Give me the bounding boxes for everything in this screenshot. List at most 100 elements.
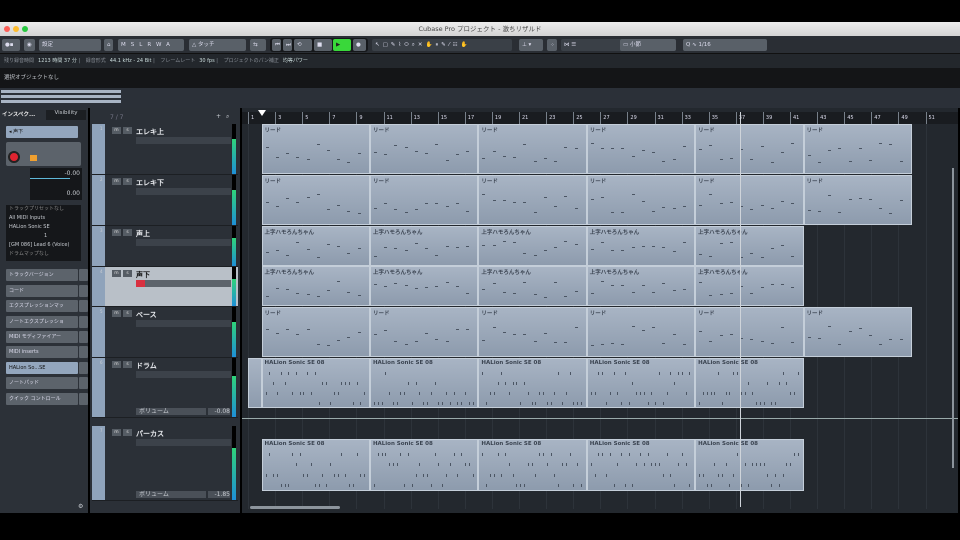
midi-part[interactable]: リード [261,307,370,357]
left-locator-icon[interactable] [257,110,266,116]
track-name[interactable]: ドラム [136,361,157,371]
track-name[interactable]: パーカス [136,429,164,439]
quantize-dropdown[interactable]: Q ∿ 1/16 [683,39,767,51]
midi-part[interactable]: HALion Sonic SE 08 [586,358,696,408]
section-note-expression[interactable]: ノートエクスプレッショ [6,316,88,328]
midi-part[interactable]: リード [261,124,370,174]
midi-part[interactable]: リード [695,307,804,357]
track-name[interactable]: ベース [136,310,157,320]
tab-visibility[interactable]: Visibility [46,110,86,120]
constrain-delay-icon[interactable]: ◉ [24,39,35,51]
midi-part[interactable]: HALion Sonic SE 08 [586,439,696,491]
track-controls[interactable] [136,320,231,327]
minimize-window-button[interactable] [13,26,19,32]
go-to-end-button[interactable]: ⏭ [283,39,292,51]
solo-button[interactable]: S [131,42,140,48]
midi-output[interactable]: HALion Sonic SE [9,223,81,232]
midi-part[interactable]: HALion Sonic SE 08 [261,358,370,408]
automation-mode-dropdown[interactable]: △ タッチ [189,39,246,51]
midi-part[interactable]: リード [695,124,804,174]
write-button[interactable]: W [156,42,166,48]
autoscroll-button[interactable]: ⇆ [250,39,266,51]
midi-part[interactable]: 上字ハモろんちゃん [478,226,587,266]
midi-part[interactable]: HALion Sonic SE 08 [695,439,804,491]
section-notepad[interactable]: ノートパッド [6,377,88,389]
section-instrument[interactable]: HALion So...SE [6,362,88,374]
midi-part[interactable]: 上字ハモろんちゃん [478,266,587,306]
midi-channel[interactable]: 1 [9,232,81,241]
framerate[interactable]: 30 fps [199,58,215,64]
ruler[interactable]: 1 3 5 7 9 11 13 15 17 19 21 23 25 27 29 31 33 35 37 39 41 43 4… [242,112,958,124]
mute-button[interactable]: m [112,178,121,185]
midi-input[interactable]: All MIDI Inputs [9,214,81,223]
preset-dropdown[interactable]: 設定 [39,39,101,51]
midi-part[interactable]: HALion Sonic SE 08 [261,439,370,491]
midi-part[interactable]: リード [261,175,370,225]
inspector-track-name[interactable]: ◂ 声下 [6,126,78,138]
midi-part[interactable]: リード [478,307,587,357]
stop-button[interactable]: ■ [314,39,332,51]
midi-part[interactable]: 上字ハモろんちゃん [586,226,696,266]
playhead-cursor[interactable] [739,112,741,507]
track-controls[interactable] [136,137,231,144]
volume-pan-fader[interactable]: -0.00 0.00 [30,168,82,200]
track-controls[interactable] [136,239,231,246]
midi-part[interactable]: リード [369,307,479,357]
track-row[interactable]: 5 ms ベース [92,307,238,358]
track-row[interactable]: 4 ms 声下 [92,267,238,307]
solo-button[interactable]: s [123,270,132,277]
midi-part[interactable]: 上字ハモろんちゃん [261,266,370,306]
midi-part[interactable]: リード [369,175,479,225]
track-name[interactable]: エレキ上 [136,127,164,137]
mute-button[interactable]: m [112,310,121,317]
track-controls[interactable] [136,371,231,378]
zoom-window-button[interactable] [22,26,28,32]
track-row[interactable]: 6 ms ドラム ボリューム -0.08 [92,358,238,418]
volume-lane[interactable]: ボリューム [136,491,206,498]
track-row[interactable]: 2 ms エレキ下 [92,175,238,226]
record-enable-button[interactable] [136,320,145,327]
midi-part[interactable]: リード [586,124,696,174]
section-midi-modifiers[interactable]: MIDI モディファイアー [6,331,88,343]
record-enable-button[interactable] [136,439,145,446]
activate-project-button[interactable]: ●▪ [2,39,20,51]
play-button[interactable]: ▶ [333,39,351,51]
mute-button[interactable]: m [112,229,121,236]
track-preset[interactable]: トラックプリセットなし [9,205,81,214]
track-name[interactable]: エレキ下 [136,178,164,188]
section-expression-map[interactable]: エクスプレッションマッ [6,300,88,312]
overview-line[interactable] [0,88,960,108]
midi-part[interactable]: HALion Sonic SE 08 [369,358,479,408]
section-quick-controls[interactable]: クイック コントロール [6,393,88,405]
tab-inspector[interactable]: インスペク... [2,110,44,120]
record-enable-button[interactable] [136,280,145,287]
project-window[interactable]: 1 3 5 7 9 11 13 15 17 19 21 23 25 27 29 31 33 35 37 39 41 43 4… [242,108,958,513]
midi-part[interactable]: 上字ハモろんちゃん [586,266,696,306]
midi-part[interactable]: リード [803,175,912,225]
record-enable-button[interactable] [8,151,20,163]
volume-lane[interactable]: ボリューム [136,408,206,415]
midi-part[interactable]: 上字ハモろんちゃん [369,266,479,306]
midi-part[interactable]: リード [695,175,804,225]
record-enable-button[interactable] [136,239,145,246]
track-controls[interactable] [136,439,231,446]
record-button[interactable]: ● [353,39,366,51]
midi-part[interactable]: 上字ハモろんちゃん [695,266,804,306]
snap-toggle[interactable]: ⁘ [547,39,557,51]
solo-button[interactable]: s [123,229,132,236]
auto-button[interactable]: A [166,42,175,48]
midi-part[interactable]: 上字ハモろんちゃん [695,226,804,266]
track-name[interactable]: 声上 [136,229,150,239]
midi-part[interactable]: 上字ハモろんちゃん [369,226,479,266]
midi-part[interactable]: リード [803,307,912,357]
record-enable-button[interactable] [136,188,145,195]
timebase-icon[interactable] [30,155,37,161]
msl-buttons[interactable]: MSLRWA [118,39,184,51]
overview-thumb[interactable] [1,90,121,105]
solo-button[interactable]: s [123,429,132,436]
record-enable-button[interactable] [136,137,145,144]
color-dropdown[interactable]: ⊥ ▾ [519,39,543,51]
solo-button[interactable]: s [123,361,132,368]
section-midi-inserts[interactable]: MIDI inserts [6,346,88,358]
volume-value[interactable]: -0.08 [208,408,230,415]
